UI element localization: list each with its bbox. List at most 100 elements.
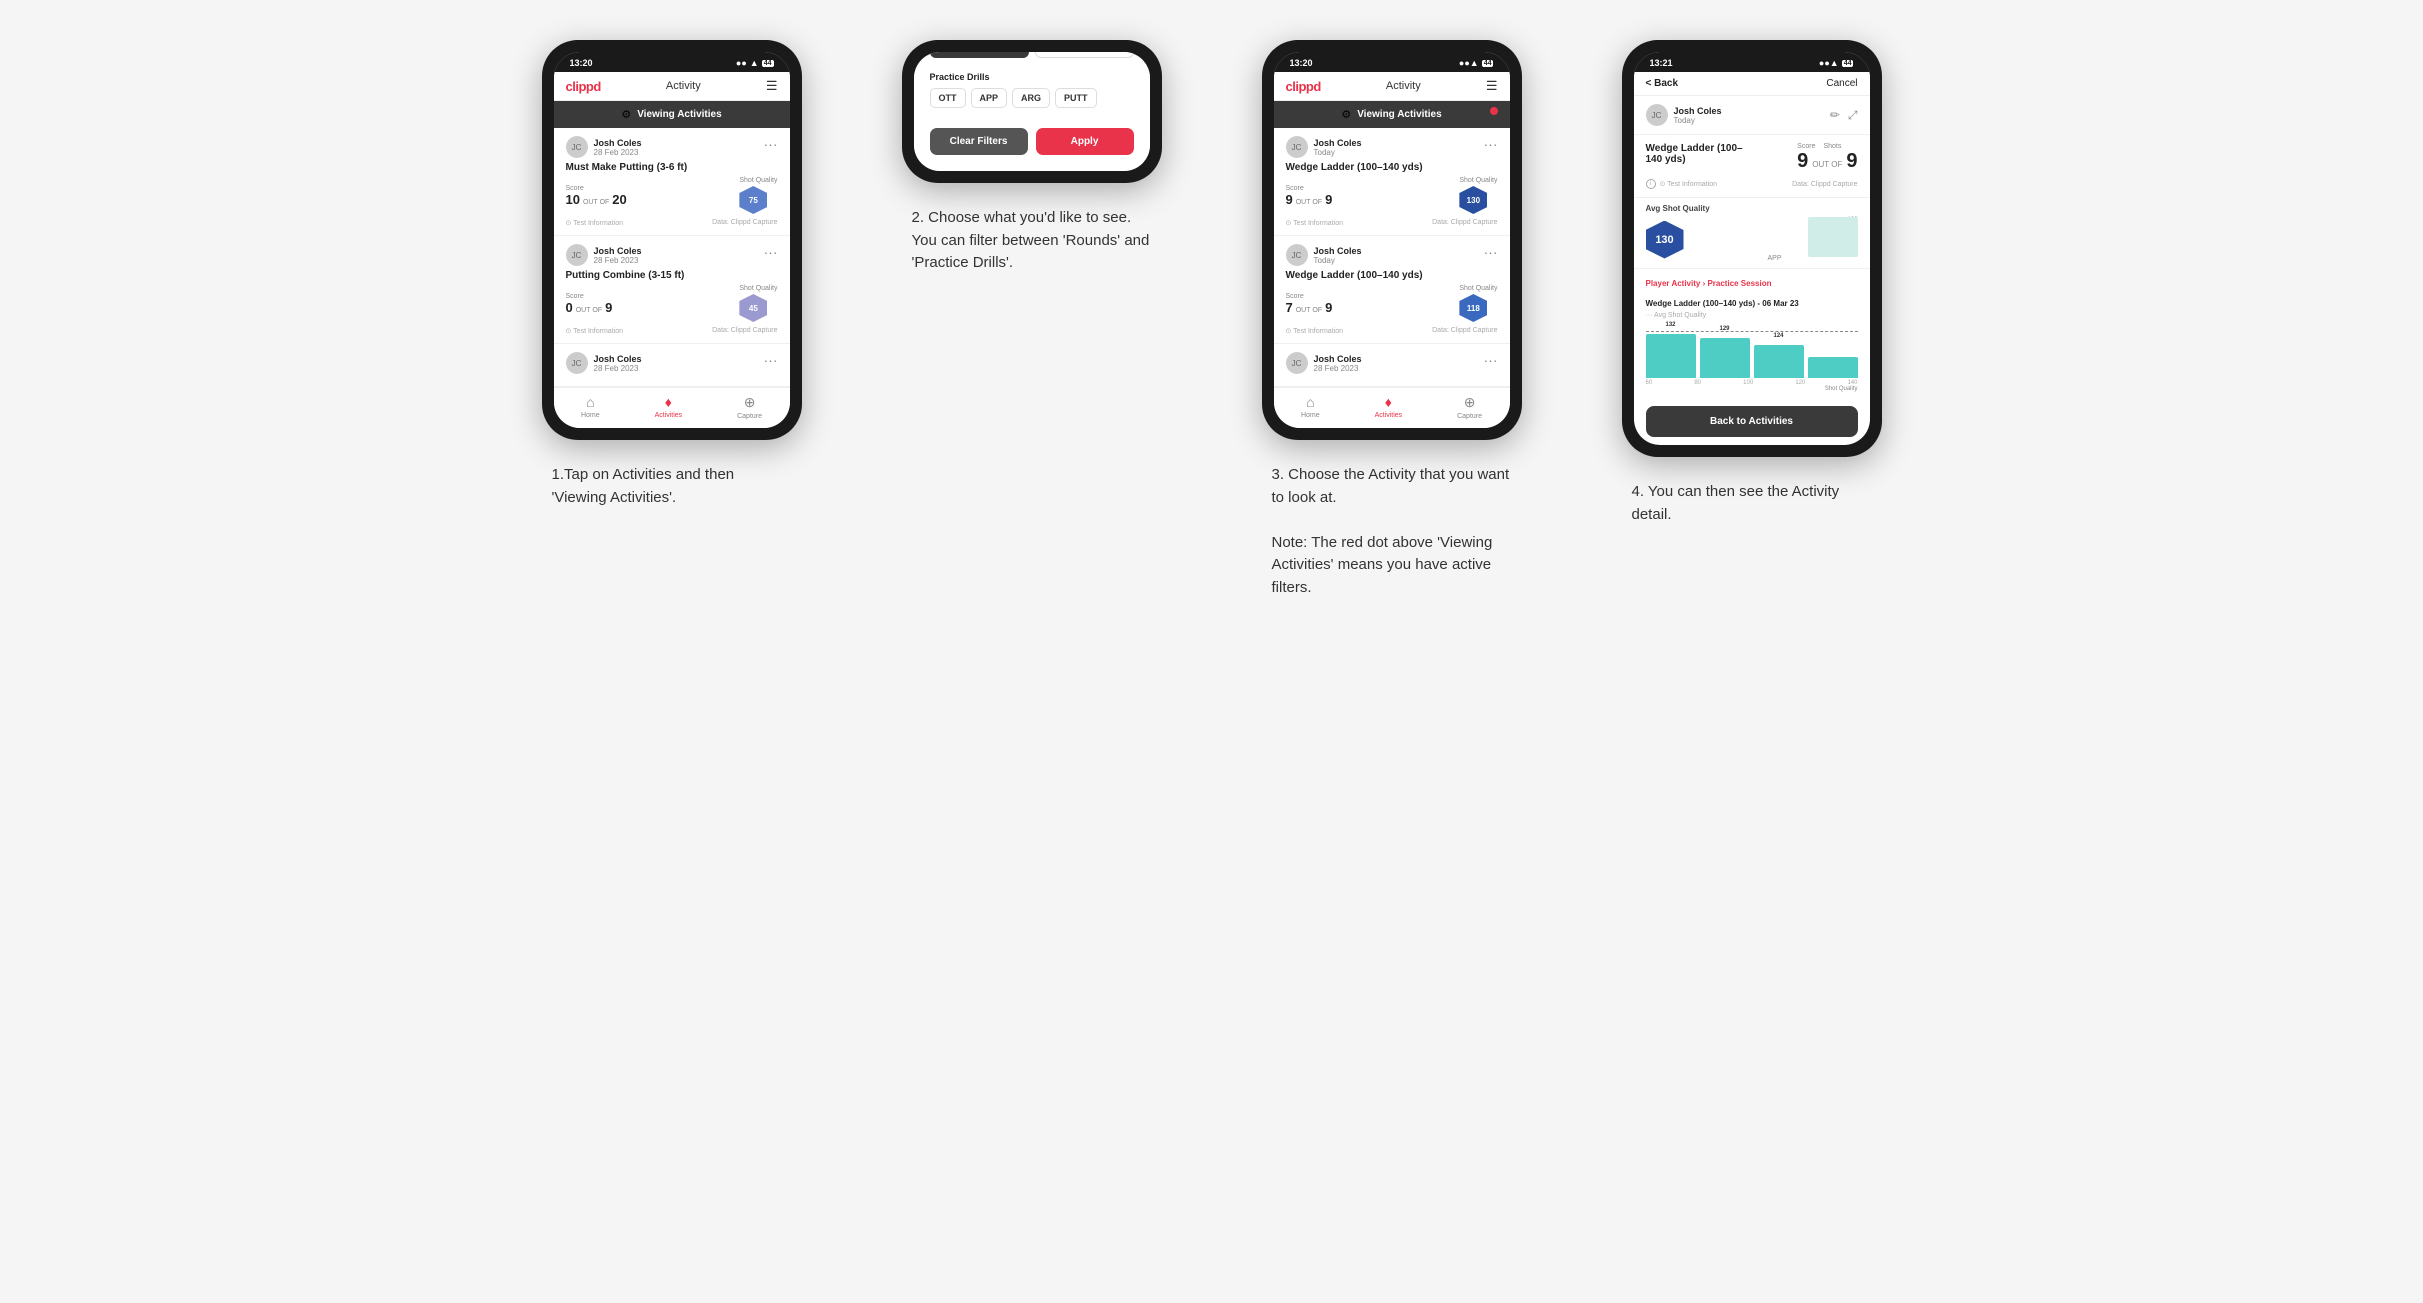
- header-title-1: Activity: [666, 80, 701, 92]
- menu-icon-1[interactable]: ☰: [766, 78, 778, 94]
- phone-2: 13:21 ●●▲ 44 clippd Activity ☰ ⚙: [902, 40, 1162, 183]
- viewing-banner-1[interactable]: ⚙ Viewing Activities: [554, 101, 790, 128]
- session-link-section: Player Activity › Practice Session: [1634, 269, 1870, 295]
- bar-chart: 132 129 124: [1646, 323, 1858, 378]
- chip-arg[interactable]: ARG: [1012, 88, 1050, 108]
- nav-activities-3[interactable]: ♦ Activities: [1375, 394, 1403, 420]
- user-info-1-1: Josh Coles 28 Feb 2023: [594, 138, 642, 157]
- phone-3: 13:20 ●●▲ 44 clippd Activity ☰ ⚙ Viewing…: [1262, 40, 1522, 440]
- activity-card-1-2[interactable]: JC Josh Coles 28 Feb 2023 ··· Putting Co…: [554, 236, 790, 344]
- back-to-activities-button[interactable]: Back to Activities: [1646, 406, 1858, 437]
- nav-capture-1[interactable]: ⊕ Capture: [737, 394, 762, 420]
- card-title-1-1: Must Make Putting (3-6 ft): [566, 162, 778, 173]
- activity-card-3-2[interactable]: JC Josh Coles Today ··· Wedge Ladder (10…: [1274, 236, 1510, 344]
- filter-chips-row: OTT APP ARG PUTT: [930, 88, 1134, 108]
- phone-1-screen: 13:20 ●● ▲ 44 clippd Activity ☰ ⚙: [554, 52, 790, 428]
- dots-menu-1-3[interactable]: ···: [764, 352, 778, 368]
- filter-action-row: Clear Filters Apply: [930, 128, 1134, 155]
- edit-icon-4[interactable]: ✏: [1830, 108, 1840, 123]
- nav-home-1[interactable]: ⌂ Home: [581, 394, 600, 420]
- score-stat-1-1: Score 10 OUT OF 20: [566, 185, 627, 207]
- bar-2: 129: [1700, 338, 1750, 378]
- phone-4-screen: 13:21 ●●▲ 44 < Back Cancel JC: [1634, 52, 1870, 445]
- logo-1: clippd: [566, 79, 601, 94]
- phone-4: 13:21 ●●▲ 44 < Back Cancel JC: [1622, 40, 1882, 457]
- stats-row-1-1: Score 10 OUT OF 20 Shot Quality 75: [566, 177, 778, 214]
- activity-card-3-3[interactable]: JC Josh Coles 28 Feb 2023 ···: [1274, 344, 1510, 387]
- filter-toggle-practice[interactable]: Practice Drills: [1035, 52, 1134, 58]
- detail-user-section: JC Josh Coles Today ✏ ⤢: [1634, 96, 1870, 135]
- avatar-1-2: JC: [566, 244, 588, 266]
- chip-app[interactable]: APP: [971, 88, 1008, 108]
- clear-filters-button[interactable]: Clear Filters: [930, 128, 1028, 155]
- time-1: 13:20: [570, 58, 593, 68]
- card-footer-1-1: ⊙ Test Information Data: Clippd Capture: [566, 219, 778, 227]
- filter-toggle-rounds[interactable]: Rounds: [930, 52, 1029, 58]
- caption-4: 4. You can then see the Activity detail.: [1632, 481, 1872, 526]
- bottom-nav-1: ⌂ Home ♦ Activities ⊕ Capture: [554, 387, 790, 428]
- filter-toggle-row: Rounds Practice Drills: [930, 52, 1134, 58]
- bottom-nav-3: ⌂ Home ♦ Activities ⊕ Capture: [1274, 387, 1510, 428]
- status-bar-4: 13:21 ●●▲ 44: [1634, 52, 1870, 72]
- user-name-1-1: Josh Coles: [594, 138, 642, 148]
- bar-4: [1808, 357, 1858, 378]
- capture-icon-1: ⊕: [744, 394, 756, 411]
- activities-icon-1: ♦: [665, 394, 672, 410]
- info-icon-4: i: [1646, 179, 1656, 189]
- dots-menu-1-2[interactable]: ···: [764, 244, 778, 260]
- phone-column-2: 13:21 ●●▲ 44 clippd Activity ☰ ⚙: [872, 40, 1192, 275]
- status-bar-3: 13:20 ●●▲ 44: [1274, 52, 1510, 72]
- app-header-1: clippd Activity ☰: [554, 72, 790, 101]
- detail-score-section: Wedge Ladder (100–140 yds) Score Shots 9…: [1634, 135, 1870, 198]
- nav-home-3[interactable]: ⌂ Home: [1301, 394, 1320, 420]
- user-row-1-1: JC Josh Coles 28 Feb 2023: [566, 136, 642, 158]
- phone-1: 13:20 ●● ▲ 44 clippd Activity ☰ ⚙: [542, 40, 802, 440]
- phone-3-screen: 13:20 ●●▲ 44 clippd Activity ☰ ⚙ Viewing…: [1274, 52, 1510, 428]
- avg-shot-quality-section: Avg Shot Quality 130 130 100 50 0: [1634, 198, 1870, 269]
- card-header-1-2: JC Josh Coles 28 Feb 2023 ···: [566, 244, 778, 266]
- phone-column-4: 13:21 ●●▲ 44 < Back Cancel JC: [1592, 40, 1912, 526]
- caption-3: 3. Choose the Activity that you want to …: [1272, 464, 1512, 599]
- phone-column-3: 13:20 ●●▲ 44 clippd Activity ☰ ⚙ Viewing…: [1232, 40, 1552, 599]
- user-date-1-1: 28 Feb 2023: [594, 148, 642, 157]
- app-header-3: clippd Activity ☰: [1274, 72, 1510, 101]
- detail-header-4: < Back Cancel: [1634, 72, 1870, 96]
- avatar-4: JC: [1646, 104, 1668, 126]
- activity-card-1-1[interactable]: JC Josh Coles 28 Feb 2023 ··· Must Make …: [554, 128, 790, 236]
- avg-line: [1646, 331, 1858, 332]
- filter-icon-1: ⚙: [621, 108, 631, 121]
- chart-bar-4: [1808, 217, 1858, 257]
- phone-column-1: 13:20 ●● ▲ 44 clippd Activity ☰ ⚙: [512, 40, 832, 509]
- shot-quality-hex-1-1: 75: [739, 186, 767, 214]
- shot-quality-stat-1-1: Shot Quality 75: [739, 177, 777, 214]
- activity-card-3-1[interactable]: JC Josh Coles Today ··· Wedge Ladder (10…: [1274, 128, 1510, 236]
- caption-1: 1.Tap on Activities and then 'Viewing Ac…: [552, 464, 792, 509]
- bar-1: 132: [1646, 334, 1696, 378]
- red-dot-3: [1490, 107, 1498, 115]
- avatar-1-3: JC: [566, 352, 588, 374]
- status-bar-1: 13:20 ●● ▲ 44: [554, 52, 790, 72]
- status-icons-1: ●● ▲ 44: [736, 58, 774, 68]
- filter-sheet: Filter ✕ Show Rounds Practice Drills Pra…: [914, 52, 1150, 171]
- bar-chart-section: Wedge Ladder (100–140 yds) - 06 Mar 23 ·…: [1634, 295, 1870, 398]
- caption-2: 2. Choose what you'd like to see. You ca…: [912, 207, 1152, 275]
- apply-button[interactable]: Apply: [1036, 128, 1134, 155]
- back-button-4[interactable]: < Back: [1646, 78, 1679, 89]
- viewing-banner-text-1: Viewing Activities: [637, 109, 721, 120]
- cancel-button-4[interactable]: Cancel: [1826, 78, 1857, 89]
- home-icon-1: ⌂: [586, 394, 594, 410]
- expand-icon-4[interactable]: ⤢: [1848, 108, 1858, 123]
- phone-2-screen: 13:21 ●●▲ 44 clippd Activity ☰ ⚙: [914, 52, 1150, 171]
- avatar-1-1: JC: [566, 136, 588, 158]
- bar-3: 124: [1754, 345, 1804, 378]
- filter-practice-label: Practice Drills: [930, 72, 1134, 82]
- chip-putt[interactable]: PUTT: [1055, 88, 1097, 108]
- nav-activities-1[interactable]: ♦ Activities: [655, 394, 683, 420]
- activity-card-1-3[interactable]: JC Josh Coles 28 Feb 2023 ···: [554, 344, 790, 387]
- nav-capture-3[interactable]: ⊕ Capture: [1457, 394, 1482, 420]
- viewing-banner-3[interactable]: ⚙ Viewing Activities: [1274, 101, 1510, 128]
- dots-menu-1-1[interactable]: ···: [764, 136, 778, 152]
- card-header-1-1: JC Josh Coles 28 Feb 2023 ···: [566, 136, 778, 158]
- chip-ott[interactable]: OTT: [930, 88, 966, 108]
- page-container: 13:20 ●● ▲ 44 clippd Activity ☰ ⚙: [512, 40, 1912, 599]
